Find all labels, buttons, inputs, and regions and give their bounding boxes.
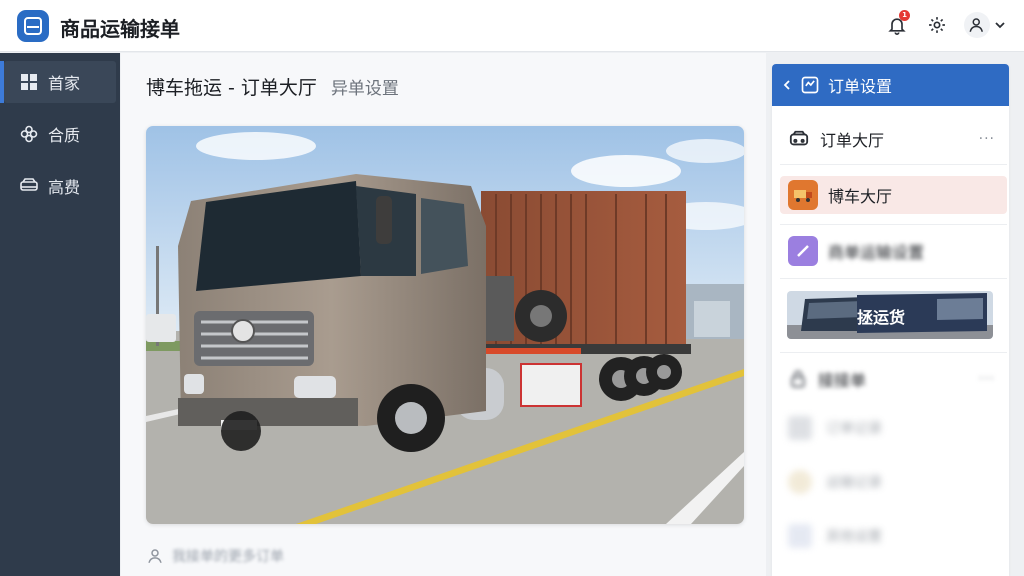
- divider: [780, 224, 1007, 225]
- app-title: 商品运输接单: [60, 17, 180, 41]
- user-menu[interactable]: [964, 12, 1006, 38]
- list-item[interactable]: 运输记录: [788, 470, 882, 494]
- chevron-down-icon: [995, 22, 1005, 29]
- sidebar-item-quality[interactable]: 合质: [4, 113, 116, 155]
- truck-photo: [146, 126, 744, 524]
- list-item-label: 运输记录: [826, 475, 882, 491]
- list-item[interactable]: 其他设置: [788, 524, 882, 548]
- banner-text: 拯运货: [857, 308, 906, 327]
- list-item-label: 订单记录: [826, 421, 882, 437]
- avatar: [964, 12, 990, 38]
- sidebar: 首家 合质 高费: [0, 53, 120, 576]
- panel-header[interactable]: 订单设置: [772, 64, 1009, 106]
- section-label: 订单大厅: [820, 131, 885, 150]
- settings-button[interactable]: [924, 12, 950, 38]
- order-hall-section[interactable]: 订单大厅 ···: [780, 120, 1007, 158]
- truck-thumb-icon: [788, 180, 818, 210]
- item-label: 商单运输设置: [828, 243, 925, 262]
- gear-icon: [929, 17, 945, 33]
- promo-banner[interactable]: 拯运货: [787, 291, 993, 339]
- section-label: 接接单: [818, 371, 867, 390]
- divider: [780, 164, 1007, 165]
- notification-button[interactable]: 1: [884, 10, 910, 38]
- page-title: 博车拖运 - 订单大厅: [146, 77, 317, 99]
- hero-image: [146, 126, 744, 524]
- flower-icon: [20, 125, 38, 143]
- user-icon: [148, 549, 162, 563]
- divider: [780, 278, 1007, 279]
- main-content: 博车拖运 - 订单大厅 异单设置 我接单的更多订单: [121, 53, 766, 576]
- top-actions: 1: [884, 10, 1006, 38]
- user-icon: [969, 18, 983, 32]
- sidebar-item-fees[interactable]: 高费: [4, 165, 116, 207]
- shipping-settings-item[interactable]: 商单运输设置: [780, 232, 1007, 270]
- footer-text: 我接单的更多订单: [172, 549, 284, 565]
- breadcrumb: 博车拖运 - 订单大厅 异单设置: [146, 73, 399, 100]
- divider: [780, 352, 1007, 353]
- grid-icon: [20, 73, 38, 91]
- purple-app-icon: [788, 236, 818, 266]
- order-icon: [801, 76, 819, 94]
- notification-badge: 1: [899, 10, 910, 21]
- more-icon[interactable]: ···: [979, 131, 995, 147]
- car-front-icon: [789, 130, 809, 146]
- sidebar-item-home[interactable]: 首家: [0, 61, 116, 103]
- app-logo-icon: [17, 10, 49, 42]
- list-item-label: 其他设置: [826, 529, 882, 545]
- top-bar: 商品运输接单 1: [0, 0, 1024, 52]
- list-icon: [788, 524, 812, 548]
- list-icon: [788, 470, 812, 494]
- chevron-left-icon: [783, 80, 790, 90]
- panel-title: 订单设置: [828, 77, 893, 96]
- footer-info: 我接单的更多订单: [146, 546, 284, 566]
- more-icon[interactable]: ···: [979, 371, 995, 387]
- order-settings-panel: 订单设置 订单大厅 ··· 博车大厅 商单运输设置 拯运货 接接单 ··· 订单…: [772, 64, 1009, 576]
- sidebar-item-label: 高费: [48, 178, 81, 197]
- sidebar-item-label: 合质: [48, 126, 81, 145]
- item-label: 博车大厅: [828, 187, 893, 206]
- accept-orders-section[interactable]: 接接单 ···: [780, 360, 1007, 398]
- car-icon: [20, 177, 38, 195]
- list-item[interactable]: 订单记录: [788, 416, 882, 440]
- tow-hall-item[interactable]: 博车大厅: [780, 176, 1007, 214]
- sidebar-item-label: 首家: [48, 74, 81, 93]
- list-icon: [788, 416, 812, 440]
- lock-icon: [791, 370, 805, 388]
- order-settings-link[interactable]: 异单设置: [331, 74, 399, 99]
